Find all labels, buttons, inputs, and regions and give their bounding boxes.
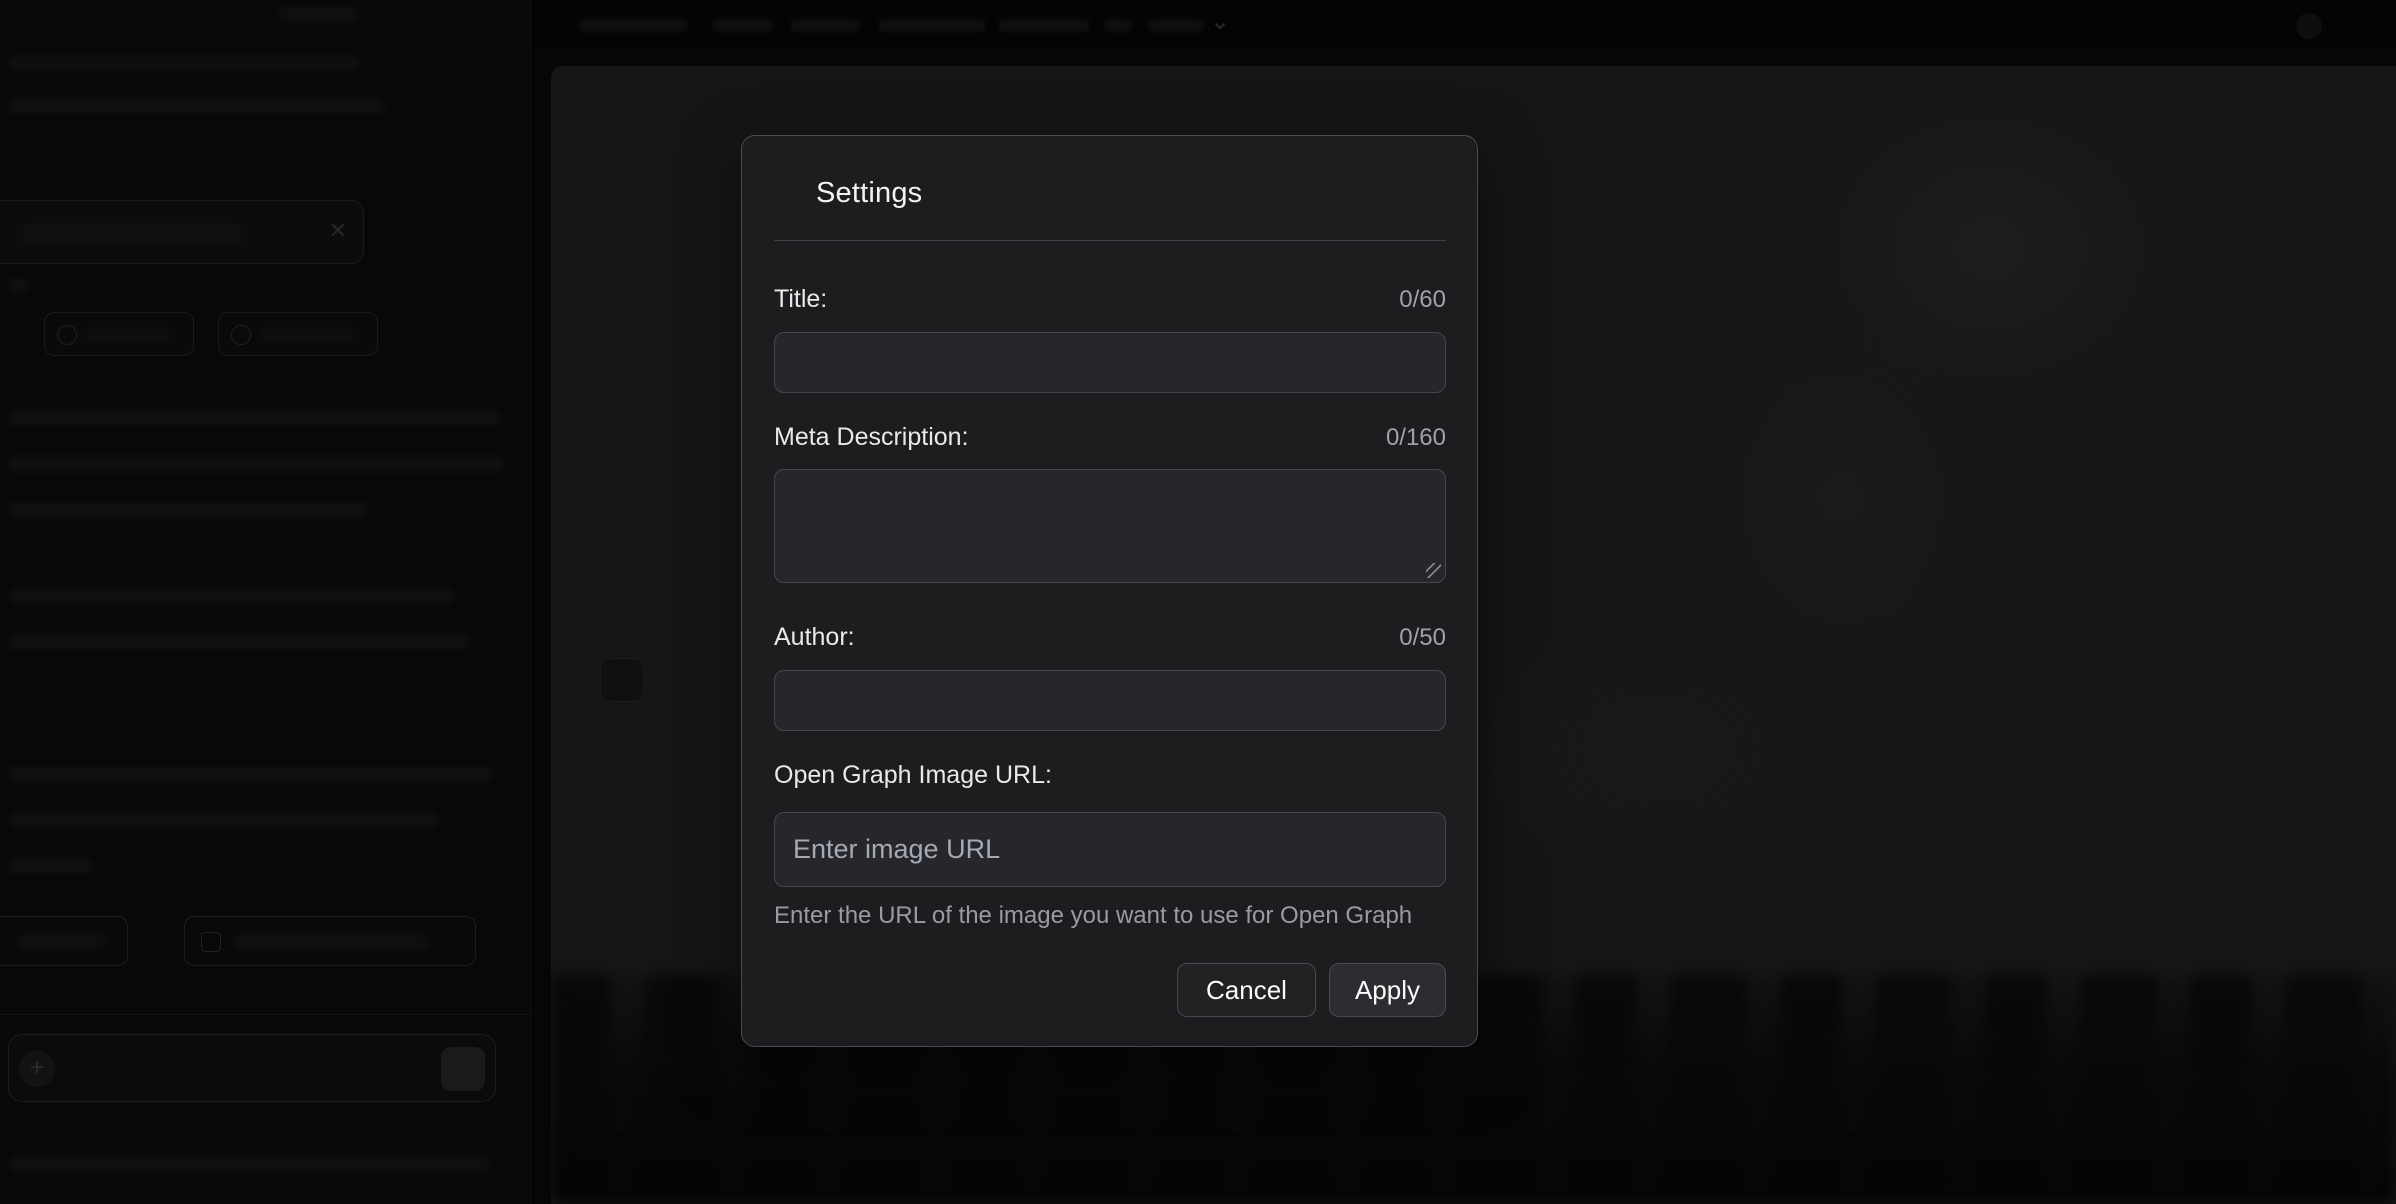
author-counter: 0/50 <box>1399 623 1446 653</box>
title-input[interactable] <box>774 332 1446 393</box>
cancel-button[interactable]: Cancel <box>1177 963 1316 1017</box>
description-label: Meta Description: <box>774 422 969 452</box>
author-field-row: Author: 0/50 <box>774 622 1446 653</box>
title-counter: 0/60 <box>1399 285 1446 315</box>
og-url-label: Open Graph Image URL: <box>774 760 1052 790</box>
description-counter: 0/160 <box>1386 423 1446 453</box>
title-label: Title: <box>774 284 827 314</box>
modal-divider <box>774 240 1446 241</box>
modal-header: Settings <box>742 136 1477 210</box>
modal-footer: Cancel Apply <box>742 963 1477 1017</box>
modal-body: Title: 0/60 Meta Description: 0/160 Auth… <box>742 284 1477 927</box>
author-label: Author: <box>774 622 855 652</box>
app-root: ⌄ ✕ <box>0 0 2396 1204</box>
description-textarea-wrap <box>774 469 1446 583</box>
og-field-row: Open Graph Image URL: <box>774 760 1446 790</box>
apply-button[interactable]: Apply <box>1329 963 1446 1017</box>
settings-modal: Settings Title: 0/60 Meta Description: 0… <box>741 135 1478 1047</box>
resize-handle-icon[interactable] <box>1426 563 1441 578</box>
description-textarea[interactable] <box>774 469 1446 583</box>
modal-title: Settings <box>816 176 1445 210</box>
author-input[interactable] <box>774 670 1446 731</box>
title-field-row: Title: 0/60 <box>774 284 1446 315</box>
og-url-helper: Enter the URL of the image you want to u… <box>774 905 1446 927</box>
description-field-row: Meta Description: 0/160 <box>774 422 1446 453</box>
og-url-input[interactable] <box>774 812 1446 887</box>
